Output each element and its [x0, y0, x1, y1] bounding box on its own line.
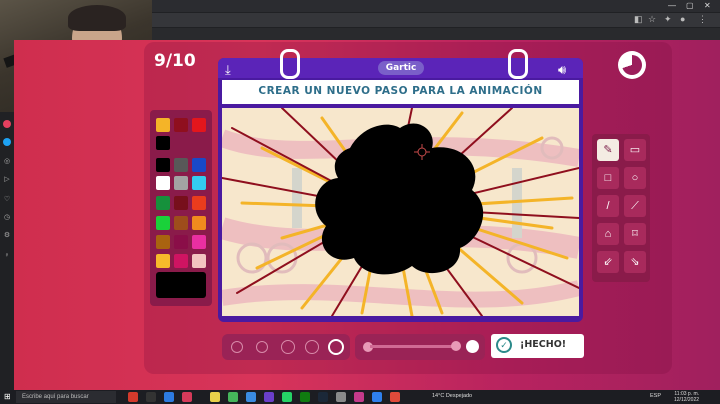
taskbar-app-5-icon[interactable]: [210, 392, 220, 402]
taskbar-app-4-icon[interactable]: [182, 392, 192, 402]
eyedropper-tool-icon[interactable]: ⟋: [624, 195, 646, 217]
color-swatch[interactable]: [174, 176, 188, 190]
color-swatch[interactable]: [156, 235, 170, 249]
taskbar-app-1-icon[interactable]: [128, 392, 138, 402]
color-swatch[interactable]: [156, 118, 170, 132]
color-swatch[interactable]: [192, 216, 206, 230]
color-swatch[interactable]: [156, 254, 170, 268]
brush-size-4[interactable]: [305, 340, 319, 354]
taskbar-app-6-icon[interactable]: [228, 392, 238, 402]
tab-strip: [152, 0, 720, 12]
taskbar-app-15-icon[interactable]: [390, 392, 400, 402]
color-swatch[interactable]: [192, 158, 206, 172]
whatsapp-icon[interactable]: ◎: [3, 158, 11, 166]
opacity-max-icon: [466, 340, 479, 353]
color-swatch[interactable]: [174, 235, 188, 249]
color-swatch[interactable]: [174, 196, 188, 210]
download-icon[interactable]: ⤓: [225, 62, 231, 78]
taskbar-app-7-icon[interactable]: [246, 392, 256, 402]
fill-tool-icon[interactable]: ⌂: [597, 223, 619, 245]
selected-color-preview: [156, 272, 206, 298]
taskbar-app-10-icon[interactable]: [300, 392, 310, 402]
color-swatch[interactable]: [174, 254, 188, 268]
drawing-svg: [222, 108, 579, 316]
taskbar-app-12-icon[interactable]: [336, 392, 346, 402]
taskbar-app-13-icon[interactable]: [354, 392, 364, 402]
taskbar-weather[interactable]: 14°C Despejado: [432, 393, 472, 399]
color-swatch[interactable]: [192, 196, 206, 210]
instagram-icon[interactable]: [3, 120, 11, 128]
drawing-canvas[interactable]: [222, 108, 579, 316]
taskbar-language[interactable]: ESP: [650, 393, 661, 399]
ellipse-tool-icon[interactable]: ○: [624, 167, 646, 189]
rectangle-tool-icon[interactable]: □: [597, 167, 619, 189]
volume-icon[interactable]: 🔊︎: [558, 62, 566, 78]
pencil-tool-icon[interactable]: ✎: [597, 139, 619, 161]
color-swatch[interactable]: [174, 216, 188, 230]
done-button-label: ¡HECHO!: [520, 339, 567, 350]
color-swatch[interactable]: [192, 118, 206, 132]
close-icon[interactable]: ✕: [704, 1, 711, 10]
page-title: CREAR UN NUEVO PASO PARA LA ANIMACIÓN: [258, 85, 543, 97]
timer-icon: [618, 51, 646, 79]
taskbar-app-9-icon[interactable]: [282, 392, 292, 402]
taskbar-app-8-icon[interactable]: [264, 392, 274, 402]
brush-size-1[interactable]: [231, 341, 243, 353]
settings-icon[interactable]: ⚙: [3, 232, 11, 240]
minimize-icon[interactable]: —: [668, 1, 676, 10]
taskbar-date: 12/12/2022: [674, 397, 700, 403]
color-swatch[interactable]: [156, 158, 170, 172]
taskbar-clock[interactable]: 11:03 p. m. 12/12/2022: [674, 391, 699, 403]
color-swatch[interactable]: [192, 176, 206, 190]
color-swatch[interactable]: [156, 136, 170, 150]
bookmark-star-icon[interactable]: ☆: [648, 14, 656, 25]
round-counter: 9/10: [154, 51, 196, 71]
twitter-icon[interactable]: [3, 138, 11, 146]
brush-size-2[interactable]: [256, 341, 268, 353]
color-swatch[interactable]: [174, 118, 188, 132]
binder-ring-right: [508, 49, 528, 79]
puzzle-icon[interactable]: ✦: [664, 14, 672, 25]
extension-icon[interactable]: ◧: [634, 14, 643, 25]
color-swatch[interactable]: [192, 254, 206, 268]
brush-size-3[interactable]: [281, 340, 295, 354]
color-swatch[interactable]: [156, 216, 170, 230]
check-icon: ✓: [496, 337, 512, 353]
color-swatch[interactable]: [192, 235, 206, 249]
taskbar-app-14-icon[interactable]: [372, 392, 382, 402]
eraser-tool-icon[interactable]: ▭: [624, 139, 646, 161]
webcam-person-hair: [68, 5, 126, 31]
clock-icon[interactable]: ◷: [3, 214, 11, 222]
browser-sidebar: ◎ ▷ ♡ ◷ ⚙ ♀: [0, 112, 14, 390]
maximize-icon[interactable]: ▢: [686, 1, 694, 10]
taskbar-search[interactable]: Escribe aquí para buscar: [16, 391, 116, 403]
play-icon[interactable]: ▷: [3, 176, 11, 184]
binder-ring-left: [280, 49, 300, 79]
windows-start-icon[interactable]: ⊞: [4, 392, 11, 401]
brush-size-5[interactable]: [328, 339, 344, 355]
redo-tool-icon[interactable]: ⇘: [624, 251, 646, 273]
taskbar-app-2-icon[interactable]: [146, 392, 156, 402]
erase-fill-tool-icon[interactable]: ⌑: [624, 223, 646, 245]
undo-tool-icon[interactable]: ⇙: [597, 251, 619, 273]
heart-icon[interactable]: ♡: [3, 196, 11, 204]
color-swatch[interactable]: [156, 196, 170, 210]
gartic-logo: Gartic: [378, 61, 424, 75]
taskbar-app-3-icon[interactable]: [164, 392, 174, 402]
color-swatch[interactable]: [156, 176, 170, 190]
opacity-slider-knob[interactable]: [451, 341, 461, 351]
lightbulb-icon[interactable]: ♀: [3, 252, 11, 260]
line-tool-icon[interactable]: /: [597, 195, 619, 217]
menu-icon[interactable]: ⋮: [698, 14, 707, 25]
bookmarks-bar: [152, 28, 720, 40]
color-swatch[interactable]: [174, 158, 188, 172]
opacity-slider[interactable]: [370, 345, 458, 348]
taskbar-app-11-icon[interactable]: [318, 392, 328, 402]
profile-icon[interactable]: ●: [680, 14, 685, 24]
